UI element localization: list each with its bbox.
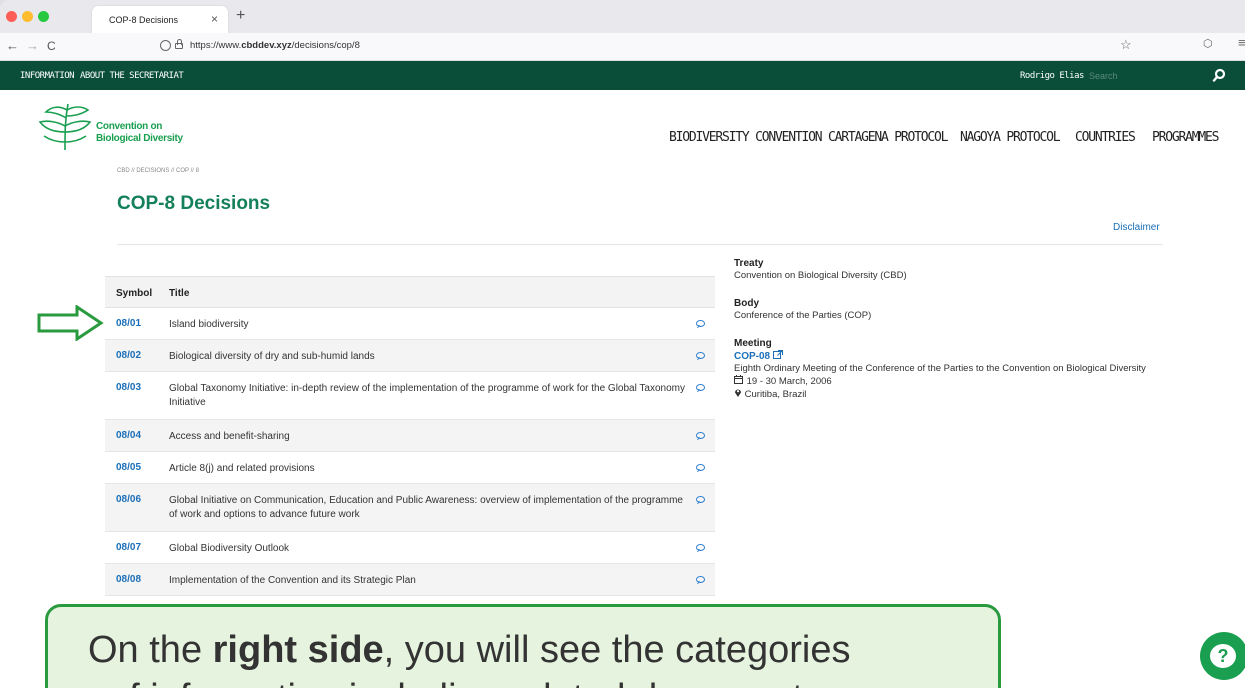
decision-symbol-link[interactable]: 08/02 bbox=[116, 350, 141, 361]
navigation-bar: ← → C https://www.cbddev.xyz/decisions/c… bbox=[0, 33, 1245, 61]
decision-title: Global Initiative on Communication, Educ… bbox=[169, 495, 683, 520]
nav-information[interactable]: INFORMATION bbox=[20, 71, 75, 81]
decision-title: Access and benefit-sharing bbox=[169, 431, 290, 442]
url-text: https://www.cbddev.xyz/decisions/cop/8 bbox=[190, 40, 360, 51]
tab-title: COP-8 Decisions bbox=[109, 15, 179, 25]
decision-symbol-link[interactable]: 08/04 bbox=[116, 430, 141, 441]
lock-icon bbox=[175, 39, 183, 49]
bookmark-star-icon[interactable]: ☆ bbox=[1120, 37, 1132, 53]
external-link-icon bbox=[772, 350, 783, 359]
decision-symbol-link[interactable]: 08/06 bbox=[116, 494, 141, 505]
comment-icon[interactable] bbox=[696, 576, 705, 583]
divider bbox=[117, 244, 1163, 245]
decision-symbol-link[interactable]: 08/03 bbox=[116, 382, 141, 393]
meeting-name: Eighth Ordinary Meeting of the Conferenc… bbox=[734, 363, 1146, 374]
reload-button[interactable]: C bbox=[47, 39, 56, 53]
site-top-bar: INFORMATION ABOUT THE SECRETARIAT Rodrig… bbox=[0, 61, 1245, 90]
treaty-value: Convention on Biological Diversity (CBD) bbox=[734, 270, 907, 281]
minimize-window-button[interactable] bbox=[22, 11, 33, 22]
table-header: Symbol Title bbox=[105, 276, 715, 308]
help-button[interactable]: ? bbox=[1200, 632, 1245, 680]
table-row: 08/05 Article 8(j) and related provision… bbox=[105, 452, 715, 484]
nav-about-secretariat[interactable]: ABOUT THE SECRETARIAT bbox=[80, 71, 184, 81]
meeting-info-panel: Treaty Convention on Biological Diversit… bbox=[734, 258, 1174, 401]
treaty-label: Treaty bbox=[734, 258, 764, 269]
user-name[interactable]: Rodrigo Elias bbox=[1020, 71, 1084, 81]
decision-symbol-link[interactable]: 08/05 bbox=[116, 462, 141, 473]
calendar-icon bbox=[734, 375, 743, 384]
nav-biodiversity-convention[interactable]: BIODIVERSITY CONVENTION bbox=[669, 130, 823, 145]
table-row: 08/07 Global Biodiversity Outlook bbox=[105, 532, 715, 564]
menu-icon[interactable]: ≡ bbox=[1238, 35, 1245, 50]
shield-icon bbox=[160, 40, 171, 51]
comment-icon[interactable] bbox=[696, 384, 705, 391]
back-button[interactable]: ← bbox=[6, 38, 19, 53]
browser-window: COP-8 Decisions × + ← → C https://www.cb… bbox=[0, 0, 1245, 688]
table-row: 08/03 Global Taxonomy Initiative: in-dep… bbox=[105, 372, 715, 420]
body-value: Conference of the Parties (COP) bbox=[734, 310, 872, 321]
forward-button[interactable]: → bbox=[26, 38, 39, 53]
table-row: 08/04 Access and benefit-sharing bbox=[105, 420, 715, 452]
decision-title: Global Taxonomy Initiative: in-depth rev… bbox=[169, 383, 686, 408]
comment-icon[interactable] bbox=[696, 352, 705, 359]
comment-icon[interactable] bbox=[696, 544, 705, 551]
page-title: COP-8 Decisions bbox=[117, 193, 271, 214]
pocket-icon[interactable]: ⬡ bbox=[1203, 37, 1213, 50]
header-symbol: Symbol bbox=[116, 288, 153, 299]
nav-nagoya-protocol[interactable]: NAGOYA PROTOCOL bbox=[960, 130, 1061, 145]
meeting-label: Meeting bbox=[734, 338, 772, 349]
search-icon[interactable] bbox=[1212, 68, 1226, 82]
decision-symbol-link[interactable]: 08/07 bbox=[116, 542, 141, 553]
decision-title: Implementation of the Convention and its… bbox=[169, 575, 416, 586]
tutorial-callout: On the right side, you will see the cate… bbox=[45, 604, 1001, 688]
decision-title: Island biodiversity bbox=[169, 319, 249, 330]
cbd-logo-icon[interactable] bbox=[38, 102, 92, 152]
decision-title: Global Biodiversity Outlook bbox=[169, 543, 290, 554]
table-row: 08/06 Global Initiative on Communication… bbox=[105, 484, 715, 532]
logo-text[interactable]: Convention on Biological Diversity bbox=[96, 121, 183, 145]
comment-icon[interactable] bbox=[696, 432, 705, 439]
maximize-window-button[interactable] bbox=[38, 11, 49, 22]
decisions-table: Symbol Title 08/01 Island biodiversity 0… bbox=[105, 276, 715, 596]
nav-programmes[interactable]: PROGRAMMES bbox=[1152, 130, 1219, 145]
nav-cartagena-protocol[interactable]: CARTAGENA PROTOCOL bbox=[828, 130, 948, 145]
help-icon: ? bbox=[1210, 644, 1236, 668]
browser-tab[interactable]: COP-8 Decisions × bbox=[92, 6, 228, 33]
comment-icon[interactable] bbox=[696, 464, 705, 471]
tab-close-icon[interactable]: × bbox=[211, 12, 218, 26]
disclaimer-link[interactable]: Disclaimer bbox=[1113, 222, 1160, 233]
meeting-dates: 19 - 30 March, 2006 bbox=[734, 375, 1174, 388]
meeting-link[interactable]: COP-08 bbox=[734, 350, 1174, 363]
body-label: Body bbox=[734, 298, 759, 309]
comment-icon[interactable] bbox=[696, 496, 705, 503]
tab-bar: COP-8 Decisions × + bbox=[0, 0, 1245, 33]
table-row: 08/02 Biological diversity of dry and su… bbox=[105, 340, 715, 372]
meeting-location: Curitiba, Brazil bbox=[734, 388, 1174, 401]
table-row: 08/01 Island biodiversity bbox=[105, 308, 715, 340]
table-row: 08/08 Implementation of the Convention a… bbox=[105, 564, 715, 596]
decision-title: Article 8(j) and related provisions bbox=[169, 463, 315, 474]
nav-countries[interactable]: COUNTRIES bbox=[1075, 130, 1136, 145]
decision-title: Biological diversity of dry and sub-humi… bbox=[169, 351, 375, 362]
pointer-arrow-icon bbox=[37, 305, 104, 341]
search-input[interactable]: Search bbox=[1085, 67, 1195, 84]
new-tab-button[interactable]: + bbox=[236, 7, 245, 25]
comment-icon[interactable] bbox=[696, 320, 705, 327]
callout-line-2: of information including related documen… bbox=[108, 677, 822, 688]
close-window-button[interactable] bbox=[6, 11, 17, 22]
decision-symbol-link[interactable]: 08/01 bbox=[116, 318, 141, 329]
location-pin-icon bbox=[735, 389, 741, 397]
header-title: Title bbox=[169, 288, 190, 299]
address-bar[interactable]: https://www.cbddev.xyz/decisions/cop/8 ☆ bbox=[160, 37, 1220, 56]
callout-line-1: On the right side, you will see the cate… bbox=[88, 629, 851, 671]
decision-symbol-link[interactable]: 08/08 bbox=[116, 574, 141, 585]
breadcrumb[interactable]: CBD // DECISIONS // COP // 8 bbox=[117, 168, 199, 174]
